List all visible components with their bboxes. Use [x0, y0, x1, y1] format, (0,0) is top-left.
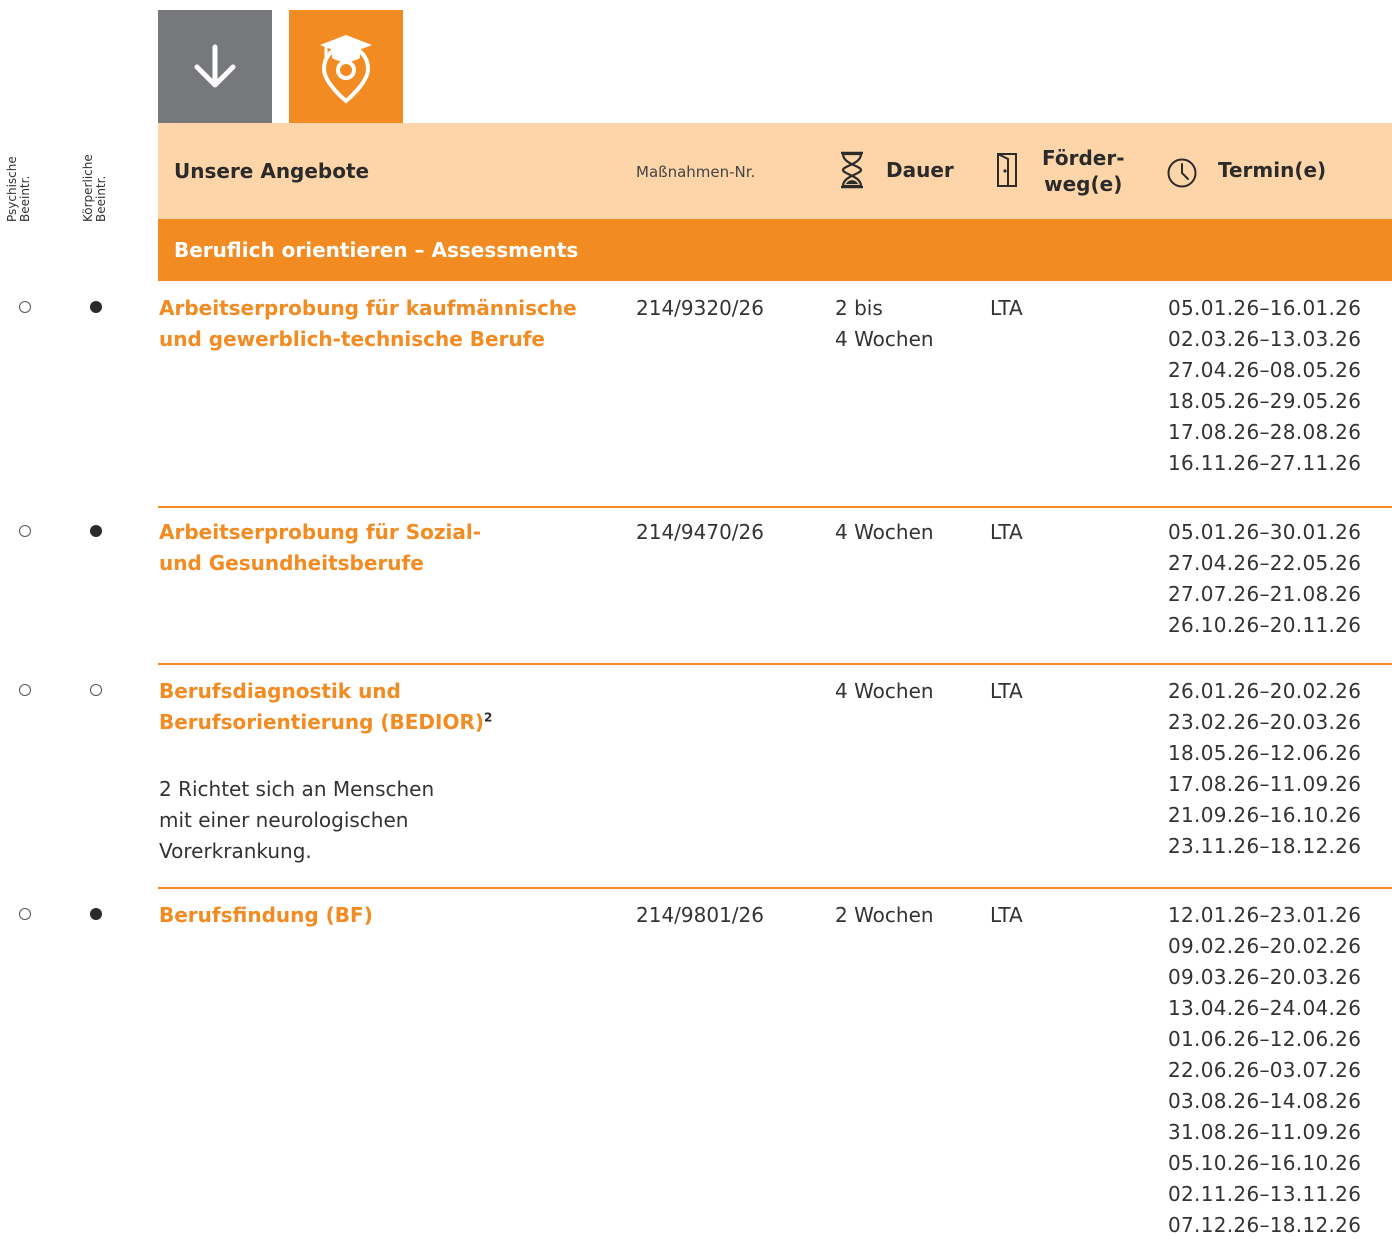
education-location-badge — [289, 10, 403, 123]
marker-koerperlich-filled — [90, 525, 102, 537]
header-angebote: Unsere Angebote — [174, 159, 370, 183]
offer-title[interactable]: Arbeitserprobung für Sozial- und Gesundh… — [159, 517, 599, 579]
dauer-value: 4 Wochen — [835, 520, 934, 544]
marker-psychisch-open — [19, 908, 31, 920]
marker-koerperlich-open — [90, 684, 102, 696]
header-foerderweg: Förder- weg(e) — [1042, 146, 1125, 196]
foerderweg-value: LTA — [990, 520, 1023, 544]
termine-list: 12.01.26–23.01.26 09.02.26–20.02.26 09.0… — [1168, 903, 1362, 1237]
massnahmen-nr: 214/9470/26 — [636, 520, 764, 544]
header-termine: Termin(e) — [1218, 158, 1327, 182]
footnote-text: 2 Richtet sich an Menschen mit einer neu… — [159, 777, 435, 863]
table-row: Berufsdiagnostik und Berufsorientierung … — [0, 664, 1392, 887]
column-label-koerperlich: Körperliche Beeintr. — [81, 154, 108, 222]
header-dauer: Dauer — [886, 158, 954, 182]
graduation-pin-icon — [320, 34, 372, 104]
foerderweg-value: LTA — [990, 679, 1023, 703]
marker-koerperlich-filled — [90, 301, 102, 313]
arrow-down-icon — [194, 44, 236, 87]
door-icon — [997, 153, 1017, 187]
foerderweg-value: LTA — [990, 903, 1023, 927]
offer-title[interactable]: Arbeitserprobung für kaufmännische und g… — [159, 293, 599, 355]
termine-list: 05.01.26–16.01.26 02.03.26–13.03.26 27.0… — [1168, 296, 1362, 475]
header-massnahmen: Maßnahmen-Nr. — [636, 163, 756, 181]
hourglass-icon — [841, 151, 863, 189]
offer-title[interactable]: Berufsdiagnostik und Berufsorientierung … — [159, 676, 599, 738]
termine-list: 26.01.26–20.02.26 23.02.26–20.03.26 18.0… — [1168, 679, 1362, 858]
dauer-value: 4 Wochen — [835, 679, 934, 703]
scroll-down-button[interactable] — [158, 10, 272, 123]
termine-list: 05.01.26–30.01.26 27.04.26–22.05.26 27.0… — [1168, 520, 1362, 637]
marker-psychisch-open — [19, 684, 31, 696]
marker-psychisch-open — [19, 525, 31, 537]
footnote-marker: 2 — [484, 710, 493, 725]
offer-title[interactable]: Berufsfindung (BF) — [159, 900, 599, 931]
dauer-value: 2 Wochen — [835, 903, 934, 927]
section-title: Beruflich orientieren – Assessments — [158, 219, 1392, 281]
massnahmen-nr: 214/9320/26 — [636, 296, 764, 320]
table-row: Arbeitserprobung für Sozial- und Gesundh… — [0, 505, 1392, 663]
marker-psychisch-open — [19, 301, 31, 313]
table-row: Berufsfindung (BF) 214/9801/26 2 Wochen … — [0, 888, 1392, 1243]
dauer-value: 2 bis 4 Wochen — [835, 296, 934, 351]
marker-koerperlich-filled — [90, 908, 102, 920]
table-header: Unsere Angebote Maßnahmen-Nr. Dauer Förd… — [158, 123, 1392, 219]
massnahmen-nr: 214/9801/26 — [636, 903, 764, 927]
column-label-psychisch: Psychische Beeintr. — [5, 156, 32, 222]
clock-icon — [1167, 158, 1197, 188]
foerderweg-value: LTA — [990, 296, 1023, 320]
table-row: Arbeitserprobung für kaufmännische und g… — [0, 281, 1392, 507]
